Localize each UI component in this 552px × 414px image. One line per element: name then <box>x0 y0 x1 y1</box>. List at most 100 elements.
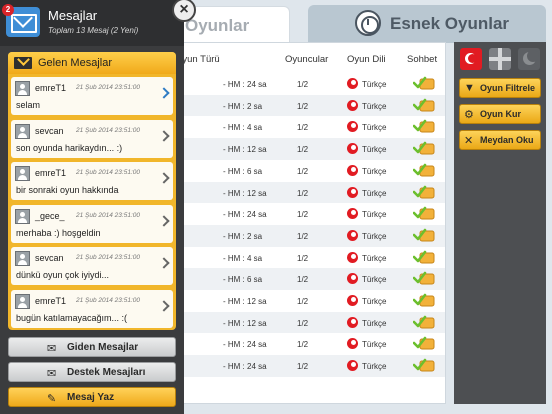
table-row[interactable]: 50 puan- HM : 12 sa1/2Türkçe <box>151 290 445 312</box>
table-row[interactable]: 50 puan- HM : 4 sa1/2Türkçe <box>151 247 445 269</box>
cell-time: - HM : 12 sa <box>223 145 267 155</box>
cell-players: 1/2 <box>297 340 309 350</box>
cell-players: 1/2 <box>297 166 309 176</box>
messages-drawer: 2 Mesajlar Toplam 13 Mesaj (2 Yeni) Gele… <box>0 0 184 414</box>
table-row[interactable]: 50 puan- HM : 2 sa1/2Türkçe <box>151 94 445 117</box>
uk-flag-icon[interactable] <box>489 48 511 70</box>
cell-time: - HM : 12 sa <box>223 297 267 306</box>
message-item[interactable]: _gece_ 21 Şub 2014 23:51:00 merhaba :) hoş… <box>11 204 173 243</box>
cell-players: 1/2 <box>297 275 309 285</box>
inbox-panel: Gelen Mesajlar emreT1 21 Şub 2014 23:51:0… <box>8 52 176 330</box>
chat-check-icon[interactable] <box>413 358 435 373</box>
message-preview: bir sonraki oyun hakkında <box>16 185 119 195</box>
table-row[interactable]: 50 puan- HM : 6 sa1/2Türkçe <box>151 160 445 182</box>
drawer-subtitle: Toplam 13 Mesaj (2 Yeni) <box>48 26 139 35</box>
message-sender: emreT1 <box>35 168 67 178</box>
message-preview: son oyunda harikaydın... :) <box>16 142 123 153</box>
table-row[interactable]: iz- HM : 12 sa1/2Türkçe <box>151 138 445 160</box>
turkish-flag-icon <box>347 78 358 89</box>
message-date: 21 Şub 2014 23:51:00 <box>76 254 140 261</box>
tab-flexible-games-label: Esnek Oyunlar <box>390 14 510 33</box>
inbox-title: Gelen Mesajlar <box>38 57 112 69</box>
tab-games-label: Oyunlar <box>185 16 250 35</box>
inbox-header: Gelen Mesajlar <box>8 52 176 74</box>
turkish-flag-icon <box>347 208 358 220</box>
table-row[interactable]: 50 puan- HM : 24 sa1/2Türkçe <box>151 203 445 225</box>
turkish-flag-icon[interactable] <box>460 48 482 70</box>
table-row[interactable]: 50 puan- HM : 24 sa1/2Türkçe <box>151 333 445 355</box>
message-date: 21 Şub 2014 23:51:00 <box>76 296 140 304</box>
message-sender: sevcan <box>35 253 64 263</box>
cell-language: Türkçe <box>362 123 387 133</box>
avatar-icon <box>15 166 30 181</box>
cell-players: 1/2 <box>297 101 309 111</box>
message-item[interactable]: sevcan 21 Şub 2014 23:51:00 son oyunda har… <box>11 119 173 158</box>
support-envelope-icon: ✉ <box>47 368 57 380</box>
table-row[interactable]: iz- HM : 4 sa1/2Türkçe <box>151 116 445 138</box>
cell-language: Türkçe <box>362 318 387 328</box>
chat-check-icon[interactable] <box>413 98 435 113</box>
cell-language: Türkçe <box>362 166 387 176</box>
message-item[interactable]: emreT1 21 Şub 2014 23:51:00 selam <box>11 77 173 115</box>
avatar-icon <box>15 81 30 96</box>
message-item[interactable]: emreT1 21 Şub 2014 23:51:00 bugün katılama… <box>11 289 173 328</box>
table-row[interactable]: iz- HM : 6 sa1/2Türkçe <box>151 268 445 290</box>
cell-players: 1/2 <box>297 318 309 328</box>
cell-language: Türkçe <box>362 275 387 285</box>
clock-icon <box>355 10 381 36</box>
chat-check-icon[interactable] <box>413 293 435 308</box>
cell-time: - HM : 2 sa <box>223 231 263 241</box>
moon-icon[interactable] <box>518 48 540 70</box>
turkish-flag-icon <box>347 164 358 176</box>
cell-language: Türkçe <box>362 210 387 220</box>
chevron-right-icon <box>158 87 170 99</box>
table-row[interactable]: 50 puan- HM : 24 sa1/2Türkçe <box>151 355 445 377</box>
create-game-button[interactable]: ⚙ Oyun Kur <box>459 104 541 124</box>
turkish-flag-icon <box>347 121 358 133</box>
chat-check-icon[interactable] <box>413 141 435 156</box>
challenge-button[interactable]: ✕ Meydan Oku <box>459 130 541 150</box>
chat-check-icon[interactable] <box>413 228 435 243</box>
cell-language: Türkçe <box>362 145 387 155</box>
chat-check-icon[interactable] <box>413 185 435 200</box>
cell-time: - HM : 4 sa <box>223 253 263 263</box>
chevron-right-icon <box>158 129 170 142</box>
outbox-icon: ✉ <box>47 343 57 355</box>
chat-check-icon[interactable] <box>413 315 435 330</box>
table-row[interactable]: 50 puan- HM : 12 sa1/2Türkçe <box>151 181 445 204</box>
header-players: Oyuncular <box>285 54 329 65</box>
message-date: 21 Şub 2014 23:51:00 <box>76 169 140 176</box>
chat-check-icon[interactable] <box>413 119 435 134</box>
message-item[interactable]: emreT1 21 Şub 2014 23:51:00 bir sonraki oy… <box>11 162 173 200</box>
message-item[interactable]: sevcan 21 Şub 2014 23:51:00 dünkü oyun çok… <box>11 247 173 285</box>
cell-time: - HM : 24 sa <box>223 362 267 372</box>
chat-check-icon[interactable] <box>413 206 435 221</box>
chat-check-icon[interactable] <box>413 76 435 91</box>
chevron-right-icon <box>158 172 170 184</box>
chat-check-icon[interactable] <box>413 271 435 286</box>
sent-messages-button[interactable]: ✉ Giden Mesajlar <box>8 337 176 357</box>
chevron-right-icon <box>158 299 170 312</box>
message-sender: sevcan <box>35 125 64 136</box>
chat-check-icon[interactable] <box>413 163 435 178</box>
tab-flexible-games[interactable]: Esnek Oyunlar <box>308 5 546 43</box>
table-row[interactable]: 50 puan- HM : 24 sa1/2Türkçe <box>151 73 445 95</box>
avatar-icon <box>15 123 30 139</box>
crossed-swords-icon: ✕ <box>464 135 474 147</box>
chat-check-icon[interactable] <box>413 336 435 351</box>
cell-time: - HM : 12 sa <box>223 318 267 328</box>
message-preview: selam <box>16 100 41 110</box>
filter-games-button[interactable]: ▼ Oyun Filtrele <box>459 78 541 98</box>
turkish-flag-icon <box>347 295 358 306</box>
cell-players: 1/2 <box>297 231 309 241</box>
turkish-flag-icon <box>347 273 358 285</box>
compose-message-button[interactable]: ✎ Mesaj Yaz <box>8 387 176 407</box>
chat-check-icon[interactable] <box>413 250 435 265</box>
table-row[interactable]: 50 puan <box>151 377 445 399</box>
table-row[interactable]: 50 puan- HM : 2 sa1/2Türkçe <box>151 224 445 247</box>
turkish-flag-icon <box>347 338 358 350</box>
cell-players: 1/2 <box>297 210 309 220</box>
drawer-title: Mesajlar <box>48 8 98 23</box>
table-row[interactable]: 50 puan- HM : 12 sa1/2Türkçe <box>151 311 445 334</box>
support-messages-button[interactable]: ✉ Destek Mesajları <box>8 362 176 382</box>
